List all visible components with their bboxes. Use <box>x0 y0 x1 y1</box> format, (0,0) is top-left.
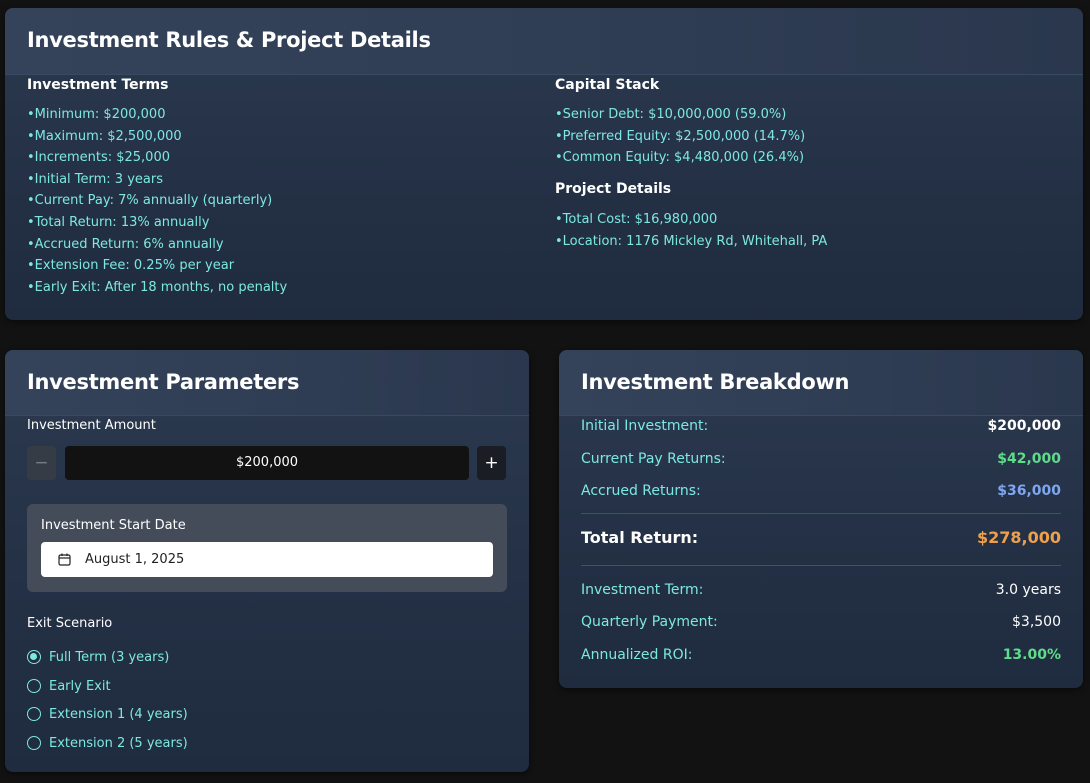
term-maximum: Maximum: $2,500,000 <box>27 126 287 148</box>
quarterly-payment-value: $3,500 <box>1012 614 1061 630</box>
exit-scenario-label: Exit Scenario <box>27 616 113 631</box>
accrued-returns-label: Accrued Returns: <box>581 483 701 499</box>
initial-investment-row: Initial Investment: $200,000 <box>581 416 1061 436</box>
initial-investment-label: Initial Investment: <box>581 418 709 434</box>
exit-option-extension-1[interactable]: Extension 1 (4 years) <box>27 704 188 724</box>
exit-option-label: Extension 2 (5 years) <box>49 735 188 751</box>
start-date-panel: Investment Start Date August 1, 2025 <box>27 504 507 592</box>
term-current-pay: Current Pay: 7% annually (quarterly) <box>27 190 287 212</box>
rules-card: Investment Rules & Project Details Inves… <box>5 8 1083 320</box>
quarterly-payment-label: Quarterly Payment: <box>581 614 718 630</box>
capital-senior-debt: Senior Debt: $10,000,000 (59.0%) <box>555 104 805 126</box>
exit-option-extension-2[interactable]: Extension 2 (5 years) <box>27 733 188 753</box>
start-date-label: Investment Start Date <box>41 518 186 533</box>
investment-terms-list: Minimum: $200,000 Maximum: $2,500,000 In… <box>27 104 288 299</box>
exit-option-label: Early Exit <box>49 678 111 694</box>
term-initial-term: Initial Term: 3 years <box>27 169 287 191</box>
investment-amount-input[interactable]: $200,000 <box>65 446 469 480</box>
divider <box>581 513 1061 514</box>
project-total-cost: Total Cost: $16,980,000 <box>555 209 827 231</box>
initial-investment-value: $200,000 <box>987 418 1061 434</box>
term-total-return: Total Return: 13% annually <box>27 212 287 234</box>
exit-option-label: Full Term (3 years) <box>49 649 170 665</box>
capital-common-equity: Common Equity: $4,480,000 (26.4%) <box>555 147 805 169</box>
radio-unchecked-icon[interactable] <box>27 679 41 693</box>
parameters-card-title: Investment Parameters <box>5 350 529 416</box>
radio-unchecked-icon[interactable] <box>27 736 41 750</box>
exit-option-early-exit[interactable]: Early Exit <box>27 676 111 696</box>
divider <box>581 565 1061 566</box>
investment-term-label: Investment Term: <box>581 582 704 598</box>
project-details-list: Total Cost: $16,980,000 Location: 1176 M… <box>555 209 828 253</box>
term-minimum: Minimum: $200,000 <box>27 104 287 126</box>
total-return-label: Total Return: <box>581 527 699 547</box>
investment-amount-label: Investment Amount <box>27 418 156 433</box>
current-pay-row: Current Pay Returns: $42,000 <box>581 449 1061 469</box>
annualized-roi-row: Annualized ROI: 13.00% <box>581 645 1061 665</box>
decrement-button[interactable]: − <box>27 446 56 480</box>
capital-stack-heading: Capital Stack <box>555 77 660 93</box>
start-date-input[interactable]: August 1, 2025 <box>41 542 493 577</box>
total-return-row: Total Return: $278,000 <box>581 527 1061 547</box>
parameters-card: Investment Parameters Investment Amount … <box>5 350 529 772</box>
annualized-roi-value: 13.00% <box>1002 647 1061 663</box>
capital-preferred-equity: Preferred Equity: $2,500,000 (14.7%) <box>555 126 805 148</box>
calendar-icon <box>58 553 71 566</box>
accrued-returns-row: Accrued Returns: $36,000 <box>581 481 1061 501</box>
breakdown-card: Investment Breakdown Initial Investment:… <box>559 350 1083 688</box>
increment-button[interactable]: + <box>477 446 506 480</box>
project-location: Location: 1176 Mickley Rd, Whitehall, PA <box>555 231 828 253</box>
term-early-exit: Early Exit: After 18 months, no penalty <box>27 277 288 299</box>
investment-terms-heading: Investment Terms <box>27 77 169 93</box>
start-date-value: August 1, 2025 <box>85 552 185 567</box>
investment-term-value: 3.0 years <box>995 582 1061 598</box>
current-pay-label: Current Pay Returns: <box>581 451 726 467</box>
annualized-roi-label: Annualized ROI: <box>581 647 693 663</box>
accrued-returns-value: $36,000 <box>997 483 1061 499</box>
term-extension-fee: Extension Fee: 0.25% per year <box>27 255 287 277</box>
current-pay-value: $42,000 <box>997 451 1061 467</box>
investment-term-row: Investment Term: 3.0 years <box>581 580 1061 600</box>
project-details-heading: Project Details <box>555 181 672 197</box>
capital-stack-list: Senior Debt: $10,000,000 (59.0%) Preferr… <box>555 104 805 169</box>
rules-card-title: Investment Rules & Project Details <box>5 8 1083 75</box>
exit-option-label: Extension 1 (4 years) <box>49 706 188 722</box>
radio-checked-icon[interactable] <box>27 650 41 664</box>
breakdown-card-title: Investment Breakdown <box>559 350 1083 416</box>
term-accrued-return: Accrued Return: 6% annually <box>27 234 287 256</box>
radio-unchecked-icon[interactable] <box>27 707 41 721</box>
term-increments: Increments: $25,000 <box>27 147 287 169</box>
exit-option-full-term[interactable]: Full Term (3 years) <box>27 647 169 667</box>
total-return-value: $278,000 <box>976 527 1061 547</box>
quarterly-payment-row: Quarterly Payment: $3,500 <box>581 612 1061 632</box>
